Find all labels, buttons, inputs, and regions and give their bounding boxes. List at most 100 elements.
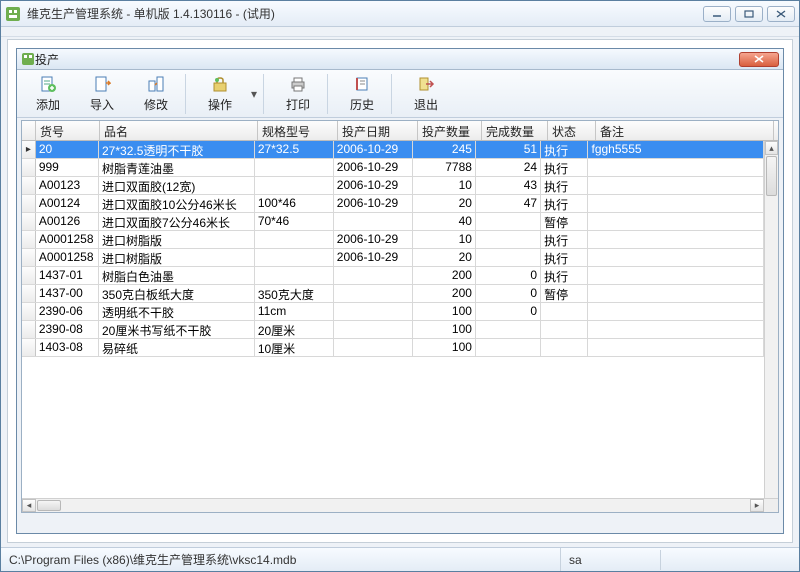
vscroll-thumb[interactable] <box>766 156 777 196</box>
cell[interactable] <box>334 321 413 338</box>
cell[interactable] <box>541 339 588 356</box>
history-button[interactable]: 历史 <box>335 72 389 116</box>
cell[interactable] <box>588 195 764 212</box>
cell[interactable]: 2006-10-29 <box>334 231 413 248</box>
modify-button[interactable]: 修改 <box>129 72 183 116</box>
cell[interactable]: 进口双面胶7公分46米长 <box>99 213 255 230</box>
cell[interactable] <box>476 339 541 356</box>
cell[interactable]: 20厘米 <box>255 321 334 338</box>
cell[interactable]: 0 <box>476 303 541 320</box>
cell[interactable] <box>255 249 334 266</box>
table-row[interactable]: 2390-06透明纸不干胶11cm1000 <box>22 303 764 321</box>
cell[interactable]: 350克白板纸大度 <box>99 285 255 302</box>
cell[interactable] <box>255 159 334 176</box>
hscroll-thumb[interactable] <box>37 500 61 511</box>
col-header-remark[interactable]: 备注 <box>596 121 774 140</box>
grid-body[interactable]: ▸2027*32.5透明不干胶27*32.52006-10-2924551执行f… <box>22 141 764 498</box>
cell[interactable] <box>541 303 588 320</box>
cell[interactable]: 2390-06 <box>36 303 99 320</box>
maximize-button[interactable] <box>735 6 763 22</box>
cell[interactable] <box>334 267 413 284</box>
cell[interactable] <box>334 339 413 356</box>
cell[interactable] <box>588 249 764 266</box>
table-row[interactable]: 1437-00350克白板纸大度350克大度2000暂停 <box>22 285 764 303</box>
vertical-scrollbar[interactable]: ▴ <box>764 141 778 498</box>
cell[interactable]: fggh5555 <box>588 141 764 158</box>
cell[interactable]: 0 <box>476 285 541 302</box>
cell[interactable] <box>334 213 413 230</box>
cell[interactable]: 0 <box>476 267 541 284</box>
cell[interactable]: 7788 <box>413 159 476 176</box>
cell[interactable]: 20 <box>36 141 99 158</box>
col-header-name[interactable]: 品名 <box>100 121 258 140</box>
cell[interactable] <box>588 177 764 194</box>
cell[interactable]: 执行 <box>541 177 588 194</box>
cell[interactable]: 350克大度 <box>255 285 334 302</box>
cell[interactable] <box>588 321 764 338</box>
scroll-right-arrow[interactable]: ▸ <box>750 499 764 512</box>
cell[interactable] <box>476 321 541 338</box>
cell[interactable]: 10 <box>413 177 476 194</box>
cell[interactable] <box>255 177 334 194</box>
cell[interactable]: 27*32.5透明不干胶 <box>99 141 255 158</box>
child-title-bar[interactable]: 投产 <box>17 49 783 70</box>
cell[interactable] <box>541 321 588 338</box>
cell[interactable]: 2006-10-29 <box>334 159 413 176</box>
cell[interactable]: 245 <box>413 141 476 158</box>
operate-button[interactable]: 操作 <box>193 72 247 116</box>
operate-dropdown[interactable]: ▾ <box>247 87 261 101</box>
cell[interactable]: 进口双面胶10公分46米长 <box>99 195 255 212</box>
table-row[interactable]: ▸2027*32.5透明不干胶27*32.52006-10-2924551执行f… <box>22 141 764 159</box>
horizontal-scrollbar[interactable]: ◂ ▸ <box>22 498 778 512</box>
main-title-bar[interactable]: 维克生产管理系统 - 单机版 1.4.130116 - (试用) <box>1 1 799 27</box>
table-row[interactable]: A00126进口双面胶7公分46米长70*4640暂停 <box>22 213 764 231</box>
cell[interactable] <box>476 249 541 266</box>
cell[interactable]: 2006-10-29 <box>334 177 413 194</box>
data-grid[interactable]: 货号 品名 规格型号 投产日期 投产数量 完成数量 状态 备注 ▸2027*32… <box>21 120 779 513</box>
cell[interactable]: 执行 <box>541 249 588 266</box>
cell[interactable] <box>588 303 764 320</box>
cell[interactable]: 100 <box>413 339 476 356</box>
cell[interactable]: 进口双面胶(12宽) <box>99 177 255 194</box>
cell[interactable]: 999 <box>36 159 99 176</box>
col-header-date[interactable]: 投产日期 <box>338 121 418 140</box>
cell[interactable]: 执行 <box>541 141 588 158</box>
cell[interactable]: 10 <box>413 231 476 248</box>
cell[interactable] <box>588 285 764 302</box>
cell[interactable]: 20 <box>413 195 476 212</box>
cell[interactable]: 2006-10-29 <box>334 195 413 212</box>
cell[interactable]: A0001258 <box>36 249 99 266</box>
table-row[interactable]: A0001258进口树脂版2006-10-2920执行 <box>22 249 764 267</box>
cell[interactable]: 执行 <box>541 195 588 212</box>
cell[interactable]: 43 <box>476 177 541 194</box>
cell[interactable]: 47 <box>476 195 541 212</box>
cell[interactable]: 暂停 <box>541 213 588 230</box>
table-row[interactable]: 2390-0820厘米书写纸不干胶20厘米100 <box>22 321 764 339</box>
cell[interactable]: 200 <box>413 267 476 284</box>
cell[interactable] <box>588 231 764 248</box>
import-button[interactable]: 导入 <box>75 72 129 116</box>
table-row[interactable]: A00123进口双面胶(12宽) 2006-10-291043执行 <box>22 177 764 195</box>
cell[interactable] <box>476 213 541 230</box>
cell[interactable]: 40 <box>413 213 476 230</box>
cell[interactable]: 进口树脂版 <box>99 249 255 266</box>
child-close-button[interactable] <box>739 52 779 67</box>
cell[interactable]: 透明纸不干胶 <box>99 303 255 320</box>
cell[interactable]: 1403-08 <box>36 339 99 356</box>
cell[interactable]: 70*46 <box>255 213 334 230</box>
cell[interactable]: 100 <box>413 303 476 320</box>
exit-button[interactable]: 退出 <box>399 72 453 116</box>
col-header-doneqty[interactable]: 完成数量 <box>482 121 548 140</box>
cell[interactable] <box>476 231 541 248</box>
cell[interactable]: A0001258 <box>36 231 99 248</box>
cell[interactable]: 51 <box>476 141 541 158</box>
cell[interactable]: 100 <box>413 321 476 338</box>
cell[interactable]: 100*46 <box>255 195 334 212</box>
cell[interactable] <box>334 303 413 320</box>
cell[interactable]: 执行 <box>541 159 588 176</box>
cell[interactable] <box>588 159 764 176</box>
cell[interactable]: 2006-10-29 <box>334 141 413 158</box>
col-header-prodqty[interactable]: 投产数量 <box>418 121 482 140</box>
cell[interactable]: 暂停 <box>541 285 588 302</box>
cell[interactable]: A00123 <box>36 177 99 194</box>
